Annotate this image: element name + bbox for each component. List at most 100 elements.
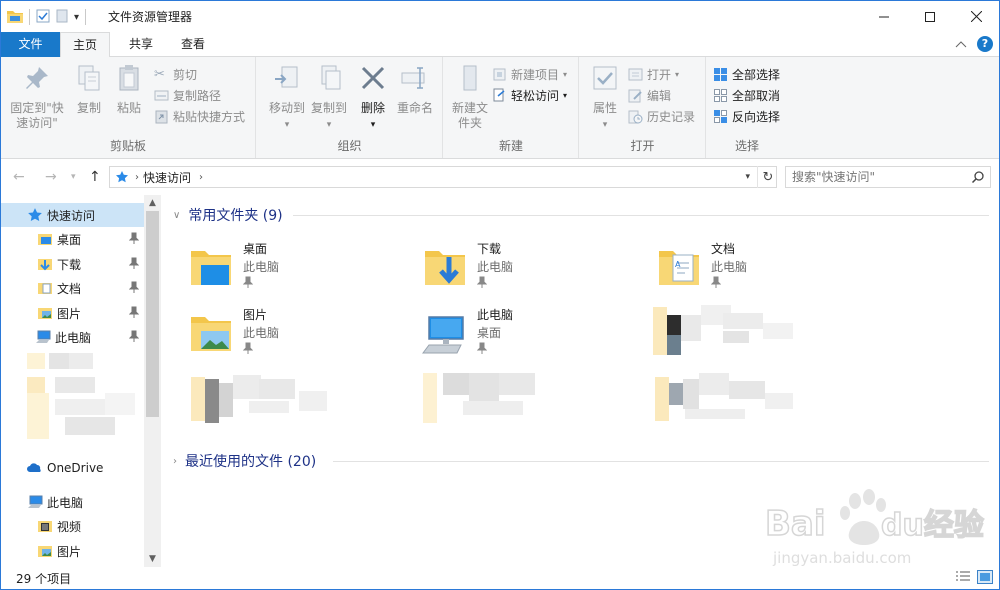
select-all-label: 全部选择 xyxy=(732,67,781,82)
pin-quick-access-button[interactable]: 固定到"快速访问" xyxy=(7,63,67,131)
details-view-icon[interactable] xyxy=(955,570,971,584)
new-folder-qat-icon[interactable] xyxy=(56,9,68,26)
invert-selection-button[interactable]: 反向选择 xyxy=(713,106,780,126)
quick-access-star-icon xyxy=(116,171,128,183)
pin-icon[interactable] xyxy=(129,281,139,293)
new-item-button[interactable]: 新建项目 ▾ xyxy=(492,64,567,84)
frequent-folders-header[interactable]: ∨ 常用文件夹 (9) xyxy=(173,205,283,225)
documents-folder-icon xyxy=(38,283,52,294)
maximize-button[interactable] xyxy=(907,1,953,32)
search-box[interactable] xyxy=(785,166,991,188)
cut-button[interactable]: ✂ 剪切 xyxy=(154,64,197,84)
select-group: 全部选择 全部取消 反向选择 选择 xyxy=(707,57,787,158)
nav-this-pc[interactable]: 此电脑 xyxy=(1,490,145,514)
up-arrow-icon[interactable]: ↑ xyxy=(89,169,101,185)
customize-qat-icon[interactable]: ▾ xyxy=(74,12,79,23)
paste-shortcut-icon xyxy=(155,110,168,123)
edit-button[interactable]: 编辑 xyxy=(628,85,671,105)
nav-item-videos[interactable]: 视频 xyxy=(1,514,145,538)
nav-item-documents[interactable]: 文档 xyxy=(1,276,145,300)
redacted-folder-tile xyxy=(191,375,327,423)
help-icon[interactable]: ? xyxy=(977,36,993,52)
nav-quick-access[interactable]: 快速访问 xyxy=(1,203,145,227)
pin-icon[interactable] xyxy=(129,306,139,318)
nav-item-desktop[interactable]: 桌面 xyxy=(1,227,145,251)
pin-icon xyxy=(26,67,48,89)
breadcrumb[interactable]: 快速访问 xyxy=(143,169,191,186)
pin-icon[interactable] xyxy=(129,257,139,269)
toolbar-separator xyxy=(85,9,87,25)
large-icons-view-icon[interactable] xyxy=(977,570,993,584)
copy-path-button[interactable]: 复制路径 xyxy=(154,85,221,105)
refresh-icon[interactable]: ↻ xyxy=(757,166,778,188)
scrollbar-thumb[interactable] xyxy=(146,211,159,417)
address-dropdown-icon[interactable]: ▾ xyxy=(745,172,750,182)
nav-onedrive-label: OneDrive xyxy=(47,461,104,475)
new-group: 新建文件夹 新建项目 ▾ 轻松访问 ▾ 新建 xyxy=(444,57,579,158)
new-folder-button[interactable]: 新建文件夹 xyxy=(442,63,498,131)
back-arrow-icon[interactable]: ← xyxy=(13,169,25,185)
select-none-button[interactable]: 全部取消 xyxy=(713,85,780,105)
breadcrumb-chevron-icon[interactable]: › xyxy=(199,172,203,183)
folder-tile-this-pc[interactable]: 此电脑 桌面 xyxy=(421,305,641,365)
svg-text:Bai: Bai xyxy=(765,504,826,544)
select-all-button[interactable]: 全部选择 xyxy=(713,64,780,84)
folder-tile-pictures[interactable]: 图片 此电脑 xyxy=(187,305,407,365)
scroll-down-icon[interactable]: ▼ xyxy=(144,551,161,567)
tab-file[interactable]: 文件 xyxy=(1,32,60,57)
frequent-folders-title: 常用文件夹 (9) xyxy=(188,208,283,224)
nav-scrollbar[interactable]: ▲ ▼ xyxy=(144,195,161,567)
recent-locations-icon[interactable]: ▾ xyxy=(71,172,76,182)
easy-access-button[interactable]: 轻松访问 ▾ xyxy=(492,85,567,105)
tab-share[interactable]: 共享 xyxy=(115,32,167,57)
computer-icon xyxy=(36,330,51,343)
folder-tile-downloads[interactable]: 下载 此电脑 xyxy=(421,239,641,299)
pin-icon xyxy=(477,342,487,354)
paste-button[interactable]: 粘贴 xyxy=(101,63,157,116)
tile-name: 图片 xyxy=(243,308,268,322)
properties-button[interactable]: 属性 ▾ xyxy=(577,63,633,133)
nav-item-label: 桌面 xyxy=(57,232,82,247)
history-button[interactable]: 历史记录 xyxy=(628,106,695,126)
recent-files-header[interactable]: › 最近使用的文件 (20) xyxy=(173,451,316,471)
paste-shortcut-button[interactable]: 粘贴快捷方式 xyxy=(154,106,245,126)
window-title: 文件资源管理器 xyxy=(108,10,193,24)
section-divider xyxy=(293,215,989,216)
nav-item-pictures[interactable]: 图片 xyxy=(1,301,145,325)
ribbon: 固定到"快速访问" 复制 粘贴 ✂ 剪切 复制路径 粘贴快捷方式 剪贴板 移动到… xyxy=(1,57,999,159)
properties-qat-icon[interactable] xyxy=(36,9,50,26)
paste-label: 粘贴 xyxy=(116,101,141,115)
tile-location: 此电脑 xyxy=(477,260,514,274)
tab-view[interactable]: 查看 xyxy=(167,32,219,57)
pin-icon[interactable] xyxy=(129,232,139,244)
nav-item-this-pc[interactable]: 此电脑 xyxy=(1,325,145,349)
open-group-label: 打开 xyxy=(630,139,655,153)
scroll-up-icon[interactable]: ▲ xyxy=(144,195,161,211)
folder-tile-documents[interactable]: A 文档 此电脑 xyxy=(655,239,875,299)
folder-tile-desktop[interactable]: 桌面 此电脑 xyxy=(187,239,407,299)
section-divider xyxy=(333,461,989,462)
search-input[interactable] xyxy=(786,167,966,187)
forward-arrow-icon[interactable]: → xyxy=(45,169,57,185)
select-none-icon xyxy=(714,88,727,102)
minimize-button[interactable] xyxy=(861,1,907,32)
open-button[interactable]: 打开 ▾ xyxy=(628,64,679,84)
rename-button[interactable]: 重命名 xyxy=(387,63,443,116)
collapse-ribbon-icon[interactable] xyxy=(955,37,967,51)
nav-item-downloads[interactable]: 下载 xyxy=(1,252,145,276)
downloads-folder-icon xyxy=(38,259,52,271)
nav-item-label: 文档 xyxy=(57,281,82,296)
search-icon[interactable] xyxy=(971,170,985,184)
tab-home[interactable]: 主页 xyxy=(60,32,110,58)
select-all-icon xyxy=(714,67,727,81)
pictures-folder-icon xyxy=(38,546,52,557)
copy-to-icon xyxy=(321,65,341,90)
paste-shortcut-label: 粘贴快捷方式 xyxy=(173,109,246,124)
nav-onedrive[interactable]: OneDrive xyxy=(1,456,145,480)
pin-icon[interactable] xyxy=(129,330,139,342)
close-button[interactable] xyxy=(953,1,999,32)
nav-item-pc-pictures[interactable]: 图片 xyxy=(1,539,145,563)
recent-files-title: 最近使用的文件 (20) xyxy=(185,454,317,470)
clipboard-group: 固定到"快速访问" 复制 粘贴 ✂ 剪切 复制路径 粘贴快捷方式 剪贴板 xyxy=(1,57,256,158)
address-bar[interactable]: › 快速访问 › ▾ xyxy=(109,166,777,188)
